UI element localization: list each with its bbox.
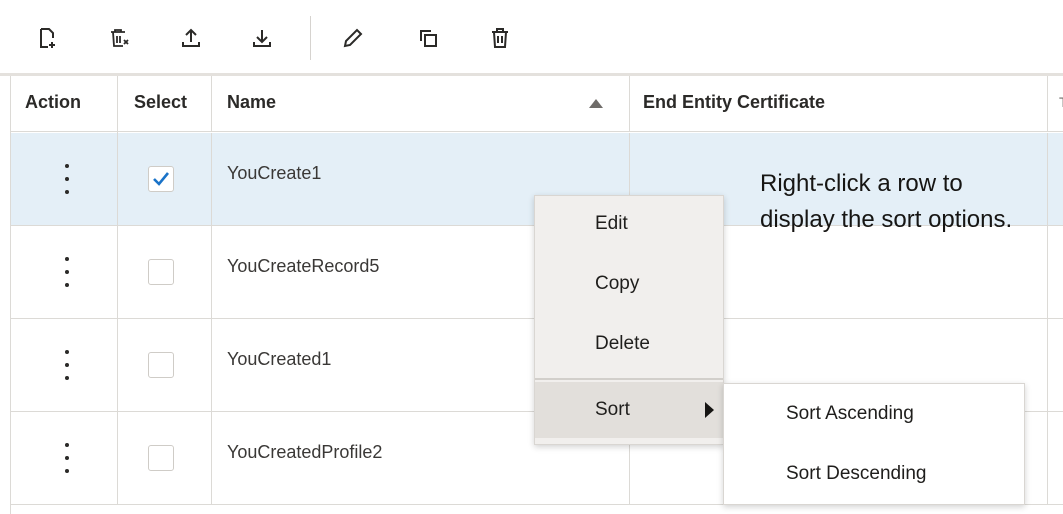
context-menu: Edit Copy Delete Sort (534, 195, 724, 445)
submenu-arrow-icon (705, 402, 714, 418)
menu-item-sort[interactable]: Sort (535, 382, 723, 438)
row-actions-icon[interactable] (57, 257, 77, 287)
menu-divider (535, 378, 723, 380)
delete-icon[interactable] (486, 24, 514, 52)
col-divider (211, 76, 212, 132)
sort-ascending-icon[interactable] (589, 99, 603, 108)
row-actions-icon[interactable] (57, 443, 77, 473)
header-select: Select (134, 92, 188, 112)
toolbar-divider (310, 16, 311, 60)
menu-item-delete[interactable]: Delete (535, 316, 723, 372)
menu-item-sort-ascending[interactable]: Sort Ascending (724, 384, 1024, 444)
bulk-delete-icon[interactable] (105, 24, 133, 52)
row-select-checkbox[interactable] (148, 445, 174, 471)
sort-submenu: Sort Ascending Sort Descending (723, 383, 1025, 505)
row-name: YouCreatedProfile2 (227, 442, 383, 462)
create-icon[interactable] (33, 24, 61, 52)
row-select-checkbox[interactable] (148, 166, 174, 192)
header-name[interactable]: Name (227, 76, 276, 132)
col-divider (629, 76, 630, 132)
col-divider (117, 132, 118, 505)
row-actions-icon[interactable] (57, 350, 77, 380)
row-select-checkbox[interactable] (148, 259, 174, 285)
row-actions-icon[interactable] (57, 164, 77, 194)
table-header: Action Select Name End Entity Certificat… (11, 76, 1063, 132)
col-divider (1047, 76, 1048, 132)
row-name: YouCreated1 (227, 349, 332, 369)
copy-icon[interactable] (414, 24, 442, 52)
col-divider (117, 76, 118, 132)
header-truncated: T (1059, 76, 1063, 132)
menu-item-sort-descending[interactable]: Sort Descending (724, 444, 1024, 504)
header-action: Action (25, 92, 81, 112)
annotation-text: Right-click a row to display the sort op… (760, 170, 1013, 233)
menu-item-sort-label: Sort (595, 399, 630, 420)
edit-icon[interactable] (339, 24, 367, 52)
menu-item-edit[interactable]: Edit (535, 196, 723, 252)
upload-icon[interactable] (177, 24, 205, 52)
download-icon[interactable] (248, 24, 276, 52)
row-name: YouCreate1 (227, 163, 322, 183)
toolbar (0, 0, 1063, 76)
row-select-checkbox[interactable] (148, 352, 174, 378)
menu-item-copy[interactable]: Copy (535, 256, 723, 312)
header-certificate[interactable]: End Entity Certificate (643, 76, 825, 132)
row-name: YouCreateRecord5 (227, 256, 380, 276)
